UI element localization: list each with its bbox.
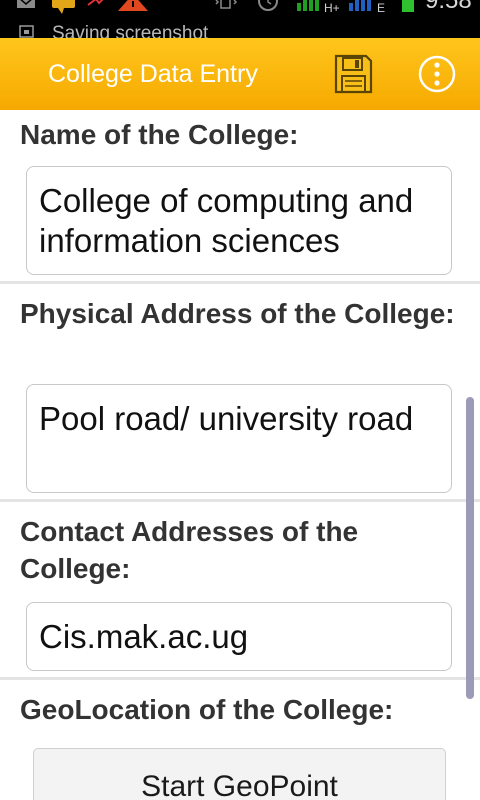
email-icon <box>17 0 35 8</box>
physical-address-field[interactable]: Pool road/ university road <box>26 384 452 493</box>
contact-address-label: Contact Addresses of the College: <box>20 516 359 584</box>
alarm-icon <box>258 0 278 11</box>
college-name-field[interactable]: College of computing and information sci… <box>26 166 452 275</box>
app-title: College Data Entry <box>48 60 258 88</box>
network-type-label: H+ <box>324 1 340 15</box>
battery-icon <box>402 0 414 12</box>
warning-icon <box>118 0 148 11</box>
chat-icon <box>52 0 75 14</box>
section-divider <box>0 499 480 502</box>
overflow-menu-button[interactable] <box>416 52 460 96</box>
vibrate-icon <box>215 0 238 9</box>
status-bar: H+ E Saving screenshot 9:58 <box>0 0 480 38</box>
screenshot-icon <box>19 25 34 38</box>
more-vertical-icon <box>418 55 456 93</box>
app-bar: College Data Entry <box>0 38 480 110</box>
college-name-label: Name of the College: <box>20 119 299 150</box>
physical-address-label: Physical Address of the College: <box>20 298 455 329</box>
start-geopoint-button[interactable]: Start GeoPoint <box>33 748 446 800</box>
status-notification-text: Saving screenshot <box>52 23 209 38</box>
clock: 9:58 <box>425 0 472 14</box>
section-divider <box>0 677 480 680</box>
section-divider <box>0 281 480 284</box>
contact-address-field[interactable]: Cis.mak.ac.ug <box>26 602 452 671</box>
missed-call-icon <box>87 0 104 6</box>
scrollbar[interactable] <box>466 397 474 699</box>
network-type-label: E <box>377 1 385 15</box>
geolocation-label: GeoLocation of the College: <box>20 694 394 725</box>
form-scroll-area[interactable]: Name of the College: College of computin… <box>0 110 480 800</box>
floppy-disk-icon <box>334 54 373 94</box>
save-button[interactable] <box>331 52 375 96</box>
